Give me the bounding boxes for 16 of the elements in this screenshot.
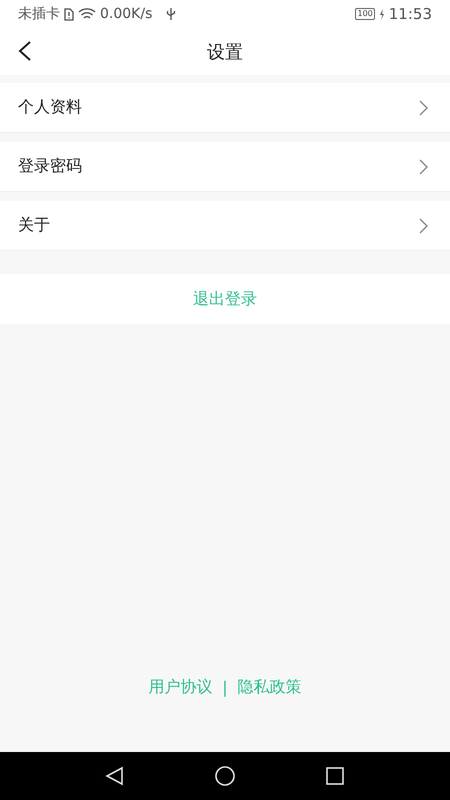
sim-icon (64, 8, 74, 20)
page-title: 设置 (207, 40, 243, 64)
usb-icon (166, 7, 176, 21)
chevron-right-icon (419, 218, 428, 234)
battery-icon: 100 (355, 8, 375, 20)
carrier-text: 未插卡 (18, 5, 60, 23)
network-speed: 0.00K/s (100, 6, 152, 22)
settings-row[interactable]: 个人资料 (0, 83, 450, 133)
chevron-right-icon (419, 100, 428, 116)
settings-row[interactable]: 登录密码 (0, 142, 450, 192)
separator: | (222, 678, 228, 697)
clock-time: 11:53 (388, 5, 432, 23)
chevron-right-icon (419, 158, 428, 174)
charging-icon (378, 8, 385, 20)
wifi-icon (78, 7, 96, 21)
settings-row[interactable]: 关于 (0, 201, 450, 251)
